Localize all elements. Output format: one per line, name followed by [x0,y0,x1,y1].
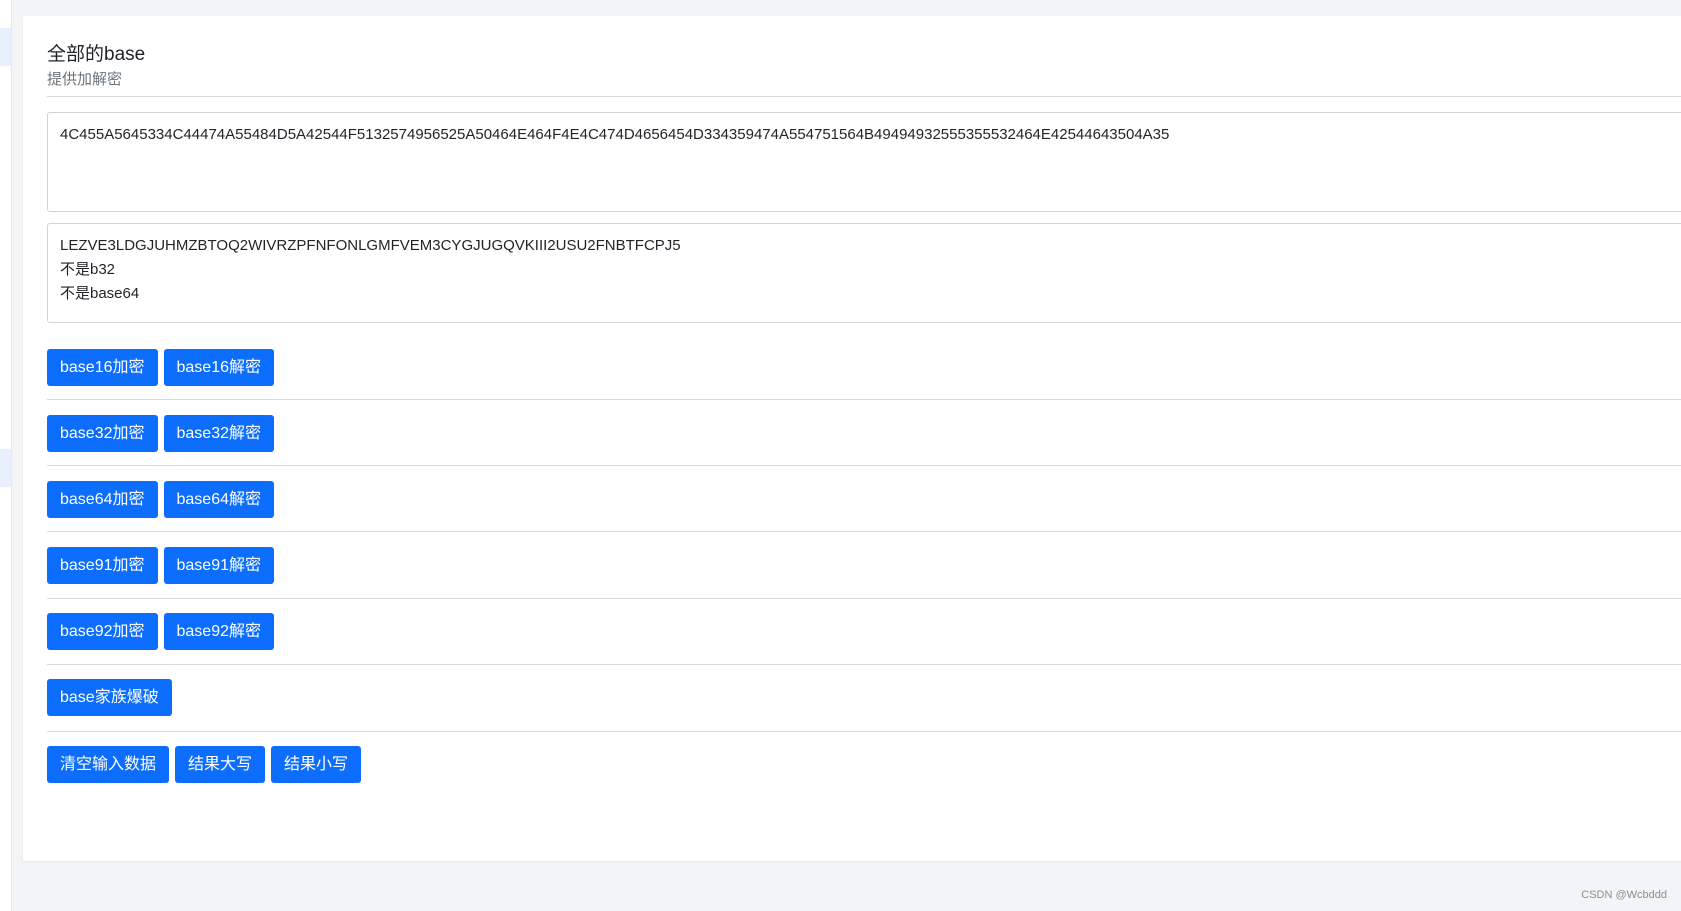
utility-button-row: 清空输入数据 结果大写 结果小写 [47,746,362,783]
output-textarea[interactable]: LEZVE3LDGJUHMZBTOQ2WIVRZPFNFONLGMFVEM3CY… [47,223,1681,323]
base16-decode-button[interactable]: base16解密 [163,349,274,386]
base92-decode-button[interactable]: base92解密 [163,613,274,650]
base16-encode-button[interactable]: base16加密 [47,349,158,386]
sidebar-highlight-top [0,28,11,66]
base32-encode-button[interactable]: base32加密 [47,415,158,452]
clear-input-button[interactable]: 清空输入数据 [47,746,170,783]
base92-encode-button[interactable]: base92加密 [47,613,158,650]
divider [47,399,1681,400]
brute-force-button-row: base家族爆破 [47,679,172,716]
divider [47,598,1681,599]
divider [47,664,1681,665]
base91-button-row: base91加密 base91解密 [47,547,274,584]
divider [47,731,1681,732]
sidebar-highlight-middle [0,449,11,487]
panel-subtitle: 提供加解密 [47,71,123,88]
base32-decode-button[interactable]: base32解密 [163,415,274,452]
base64-button-row: base64加密 base64解密 [47,481,274,518]
base-tools-panel: 全部的base 提供加解密 4C455A5645334C44474A55484D… [23,16,1681,861]
base32-button-row: base32加密 base32解密 [47,415,274,452]
watermark: CSDN @Wcbddd [1581,889,1667,901]
base16-button-row: base16加密 base16解密 [47,349,274,386]
panel-title: 全部的base [47,44,146,65]
base64-encode-button[interactable]: base64加密 [47,481,158,518]
base92-button-row: base92加密 base92解密 [47,613,274,650]
input-textarea[interactable]: 4C455A5645334C44474A55484D5A42544F513257… [47,112,1681,212]
divider [47,531,1681,532]
base91-encode-button[interactable]: base91加密 [47,547,158,584]
result-lowercase-button[interactable]: 结果小写 [271,746,362,783]
result-uppercase-button[interactable]: 结果大写 [175,746,266,783]
header-divider [47,96,1681,97]
base-family-brute-force-button[interactable]: base家族爆破 [47,679,172,716]
divider [47,465,1681,466]
base91-decode-button[interactable]: base91解密 [163,547,274,584]
left-sidebar-strip [0,0,12,911]
base64-decode-button[interactable]: base64解密 [163,481,274,518]
